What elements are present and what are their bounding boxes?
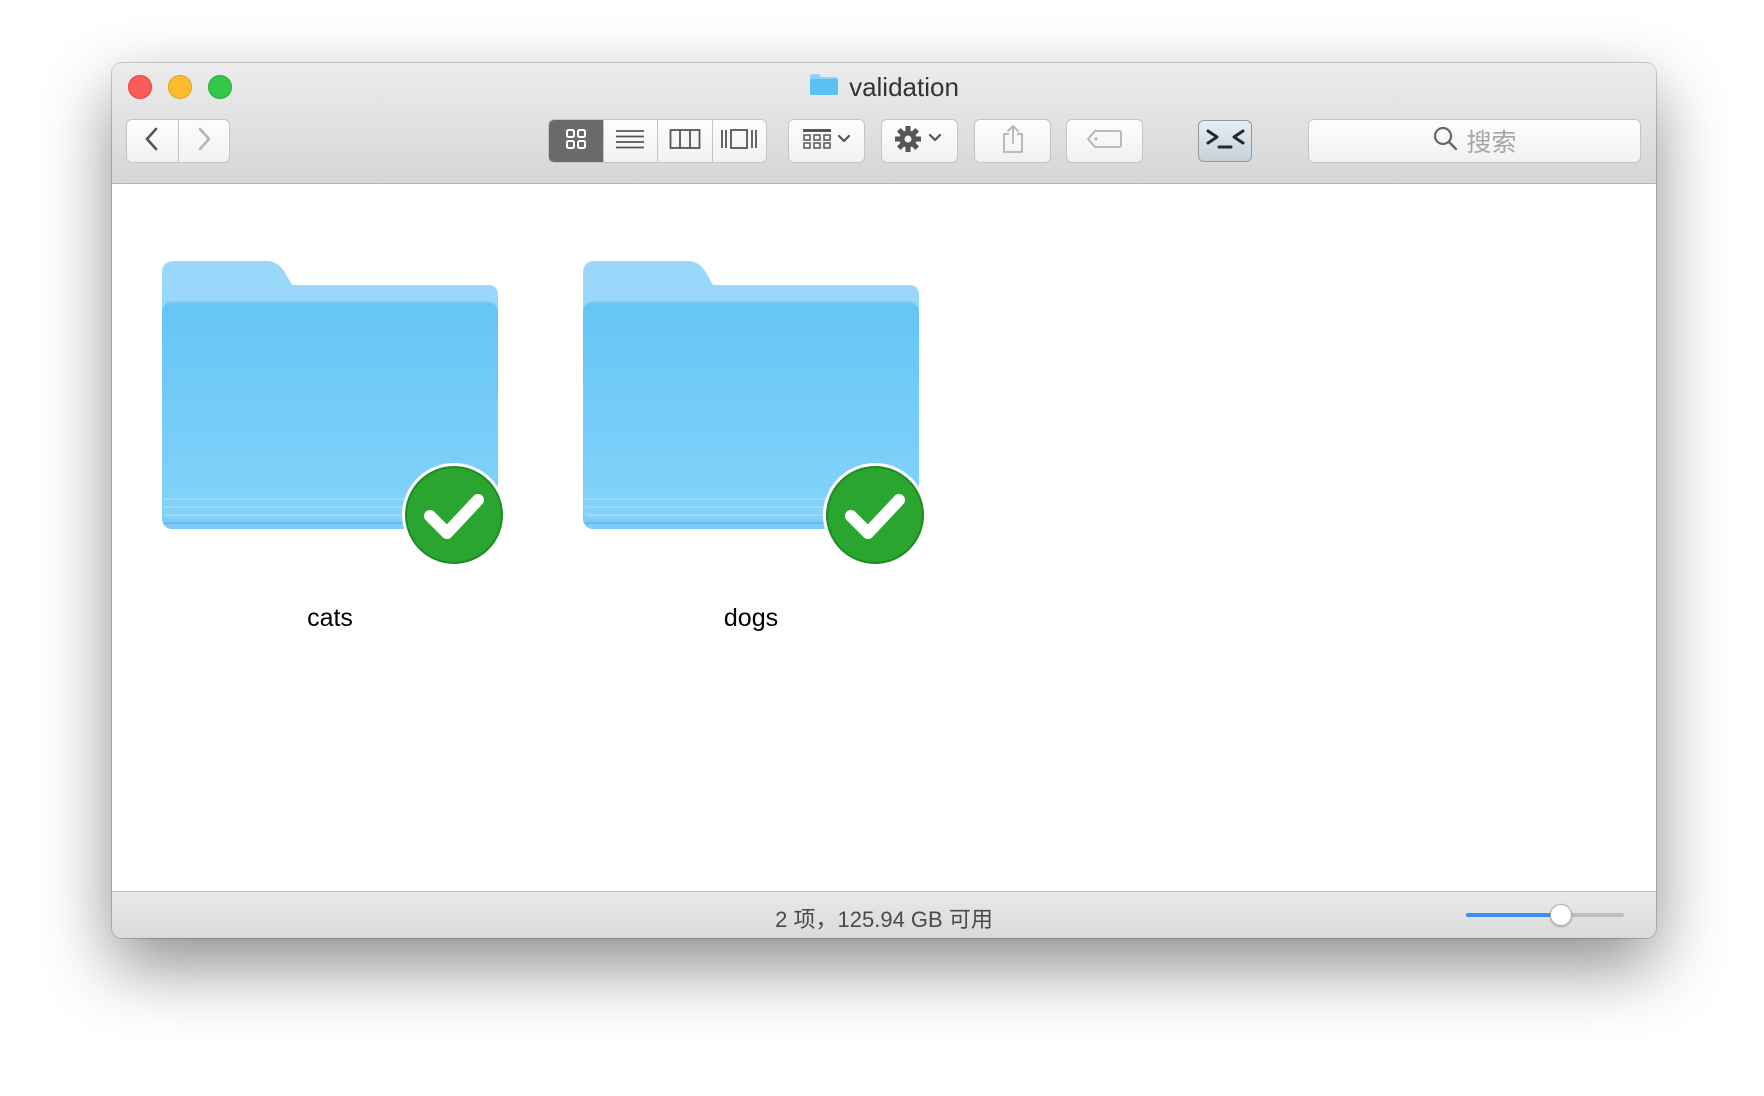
folder-icon (809, 71, 839, 103)
list-icon (615, 128, 645, 155)
icon-view-button[interactable] (549, 120, 603, 162)
columns-icon (669, 128, 701, 155)
coverflow-icon (720, 127, 758, 156)
arrange-grid-icon (801, 126, 853, 157)
folder-icon (162, 261, 518, 573)
folder-item-cats[interactable]: cats (112, 184, 506, 664)
window-title: validation (112, 71, 1656, 103)
search-field[interactable]: 搜索 (1308, 119, 1641, 163)
tag-button[interactable] (1066, 119, 1143, 163)
finder-window: validation 搜索 cats dogs 2 项，125.94 GB 可用 (112, 63, 1656, 938)
icon-size-slider[interactable] (1466, 904, 1624, 926)
chevron-right-icon (195, 126, 213, 157)
terminal-icon (1203, 124, 1247, 159)
slider-knob[interactable] (1549, 904, 1572, 926)
tag-icon (1086, 128, 1124, 155)
folder-item-dogs[interactable]: dogs (533, 184, 927, 664)
arrange-button[interactable] (788, 119, 865, 163)
view-mode-control (548, 119, 767, 163)
list-view-button[interactable] (602, 120, 658, 162)
share-button[interactable] (974, 119, 1051, 163)
share-icon (1000, 123, 1026, 160)
checkmark-badge-icon (823, 463, 927, 567)
chevron-left-icon (143, 126, 161, 157)
gear-icon (894, 125, 946, 158)
coverflow-view-button[interactable] (711, 120, 767, 162)
icon-grid-icon (564, 127, 588, 156)
status-bar: 2 项，125.94 GB 可用 (112, 891, 1656, 938)
search-placeholder: 搜索 (1466, 129, 1517, 157)
action-button[interactable] (881, 119, 958, 163)
titlebar: validation 搜索 (112, 63, 1656, 184)
file-browser-content: cats dogs (112, 184, 1656, 891)
open-terminal-button[interactable] (1198, 120, 1252, 162)
folder-label: cats (307, 604, 353, 632)
status-text: 2 项，125.94 GB 可用 (775, 907, 993, 932)
checkmark-badge-icon (402, 463, 506, 567)
forward-button[interactable] (177, 120, 230, 162)
search-icon (1432, 125, 1458, 158)
nav-buttons (126, 119, 230, 163)
column-view-button[interactable] (657, 120, 712, 162)
window-title-text: validation (849, 72, 959, 102)
slider-fill (1466, 913, 1561, 917)
folder-label: dogs (723, 604, 779, 632)
folder-icon (583, 261, 939, 573)
back-button[interactable] (127, 120, 178, 162)
